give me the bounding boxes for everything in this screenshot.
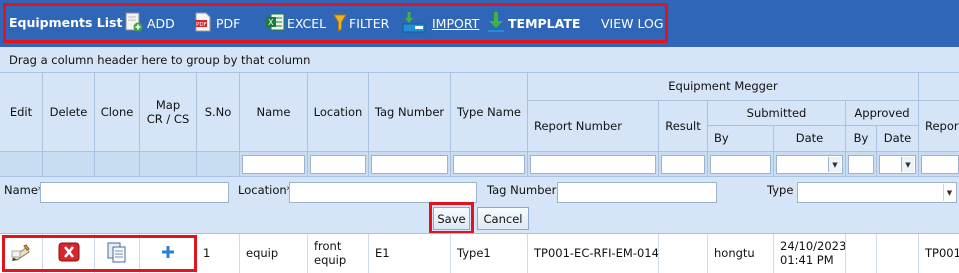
filter-cell-clone — [95, 152, 140, 177]
header-next-group — [919, 73, 959, 101]
cell-type-name: Type1 — [451, 234, 528, 273]
cancel-button[interactable]: Cancel — [477, 207, 529, 230]
location-label: Location* — [238, 183, 293, 197]
filter-location-input[interactable] — [310, 155, 366, 174]
header-approved-date[interactable]: Date — [877, 126, 919, 152]
filter-result-input[interactable] — [661, 155, 705, 174]
filter-report-number-input[interactable] — [530, 155, 656, 174]
header-map-cr-cs[interactable]: Map CR / CS — [140, 73, 197, 152]
filter-submitted-date-select[interactable]: ▼ — [776, 155, 843, 174]
header-delete[interactable]: Delete — [43, 73, 95, 152]
filter-name-input[interactable] — [242, 155, 305, 174]
save-highlight — [429, 202, 474, 234]
filter-cell-submitted-by — [708, 152, 774, 177]
filter-cell-approved-by — [846, 152, 877, 177]
header-name[interactable]: Name — [240, 73, 308, 152]
filter-cell-location — [308, 152, 369, 177]
header-submitted-by[interactable]: By — [708, 126, 774, 152]
chevron-down-icon: ▼ — [828, 157, 841, 172]
filter-type-name-input[interactable] — [453, 155, 525, 174]
filter-cell-delete — [43, 152, 95, 177]
cell-report-cut: TP001 — [925, 246, 959, 261]
cell-approved-by — [846, 234, 877, 273]
cell-tag-number: E1 — [369, 234, 451, 273]
type-select[interactable]: ▼ — [797, 182, 957, 203]
type-label: Type — [767, 183, 794, 197]
filter-cell-sno — [197, 152, 240, 177]
name-label: Name* — [4, 183, 44, 197]
cell-submitted-date: 24/10/2023 01:41 PM — [774, 234, 846, 273]
filter-cell-report — [528, 152, 659, 177]
filter-row: ▼ ▼ — [0, 152, 959, 177]
header-report-cut[interactable]: Repor — [919, 101, 959, 152]
cell-report-number: TP001-EC-RFI-EM-014 — [528, 234, 659, 273]
filter-cell-result — [659, 152, 708, 177]
filter-approved-by-input[interactable] — [848, 155, 874, 174]
header-report-number[interactable]: Report Number — [528, 101, 659, 152]
header-submitted-date[interactable]: Date — [774, 126, 846, 152]
filter-cell-type — [451, 152, 528, 177]
header-location[interactable]: Location — [308, 73, 369, 152]
header-tag-number[interactable]: Tag Number — [369, 73, 451, 152]
filter-cell-tag — [369, 152, 451, 177]
cell-submitted-by: hongtu — [708, 234, 774, 273]
filter-submitted-by-input[interactable] — [710, 155, 771, 174]
chevron-down-icon: ▼ — [901, 157, 914, 172]
header-edit[interactable]: Edit — [0, 73, 43, 152]
tag-number-label: Tag Number — [487, 183, 557, 197]
cell-approved-date — [877, 234, 919, 273]
filter-tag-number-input[interactable] — [371, 155, 448, 174]
filter-cell-report-cut — [919, 152, 959, 177]
filter-cell-submitted-date: ▼ — [774, 152, 846, 177]
chevron-down-icon: ▼ — [943, 184, 955, 201]
header-equipment-megger: Equipment Megger — [528, 73, 919, 101]
grid-header: Edit Delete Clone Map CR / CS S.No Name … — [0, 73, 959, 177]
filter-cell-approved-date: ▼ — [877, 152, 919, 177]
header-type-name[interactable]: Type Name — [451, 73, 528, 152]
filter-cell-edit — [0, 152, 43, 177]
toolbar-highlight — [3, 3, 668, 43]
header-submitted: Submitted — [708, 101, 846, 126]
header-sno[interactable]: S.No — [197, 73, 240, 152]
cell-result — [659, 234, 708, 273]
header-approved: Approved — [846, 101, 919, 126]
cell-location: front equip — [308, 234, 369, 273]
header-clone[interactable]: Clone — [95, 73, 140, 152]
toolbar: Equipments List ADD PDF PDF X EXCEL FILT… — [0, 0, 959, 47]
header-result[interactable]: Result — [659, 101, 708, 152]
filter-cell-name — [240, 152, 308, 177]
filter-cell-map — [140, 152, 197, 177]
row-actions-highlight — [2, 235, 197, 272]
name-field[interactable] — [40, 182, 229, 203]
cell-name: equip — [240, 234, 308, 273]
filter-approved-date-select[interactable]: ▼ — [879, 155, 916, 174]
inline-edit-form: Name* Location* Tag Number Type ▼ Save C… — [0, 177, 959, 234]
tag-number-field[interactable] — [557, 182, 717, 203]
filter-report-cut-input[interactable] — [921, 155, 959, 174]
group-by-panel[interactable]: Drag a column header here to group by th… — [0, 47, 959, 73]
location-field[interactable] — [289, 182, 477, 203]
header-approved-by[interactable]: By — [846, 126, 877, 152]
cell-sno: 1 — [197, 234, 240, 273]
